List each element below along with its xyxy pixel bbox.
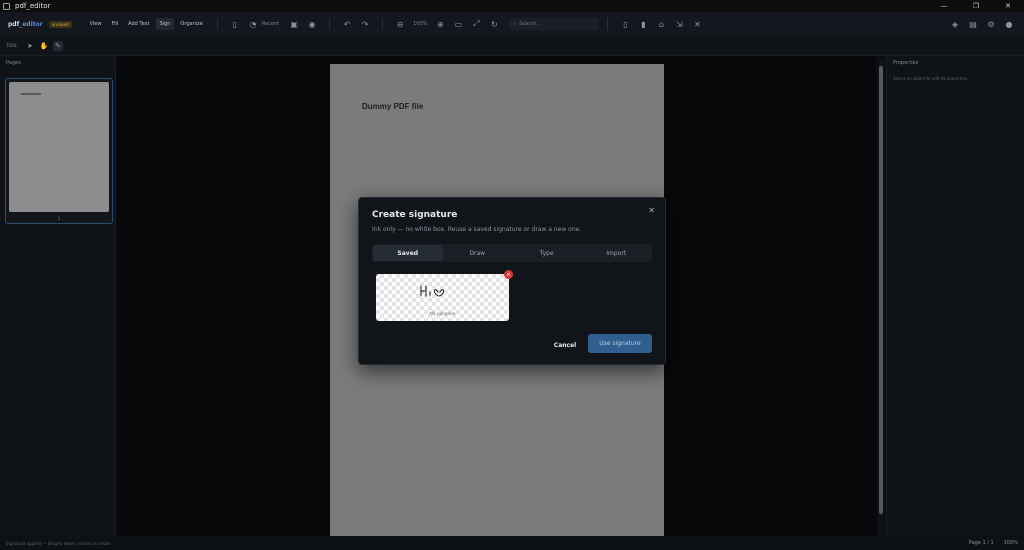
saved-signature-label: My signature (429, 311, 456, 316)
minimize-button[interactable]: — (928, 0, 960, 12)
window-controls: — ❐ ✕ (928, 0, 1024, 12)
cancel-button[interactable]: Cancel (547, 336, 583, 354)
delete-signature-icon[interactable]: × (504, 270, 513, 279)
close-window-button[interactable]: ✕ (992, 0, 1024, 12)
close-icon[interactable]: ✕ (648, 206, 655, 215)
tab-import[interactable]: Import (582, 245, 652, 261)
saved-signature-card[interactable]: My signature (376, 274, 509, 321)
app-window: pdf_editor — ❐ ✕ pdf_editor unsaved View… (0, 0, 1024, 550)
dialog-subtitle: Ink only — no white box. Reuse a saved s… (372, 226, 582, 233)
use-signature-button[interactable]: Use signature (588, 334, 652, 353)
title-bar: pdf_editor — ❐ ✕ (0, 0, 1024, 12)
window-title: pdf_editor (15, 2, 51, 10)
tab-saved[interactable]: Saved (373, 245, 443, 261)
signature-tabs: Saved Draw Type Import (372, 244, 652, 262)
tab-draw[interactable]: Draw (443, 245, 513, 261)
app-icon (3, 2, 10, 10)
dialog-title: Create signature (372, 210, 458, 220)
create-signature-dialog: Create signature ✕ Ink only — no white b… (358, 197, 666, 365)
tab-type[interactable]: Type (512, 245, 582, 261)
signature-ink (420, 285, 445, 297)
restore-button[interactable]: ❐ (960, 0, 992, 12)
